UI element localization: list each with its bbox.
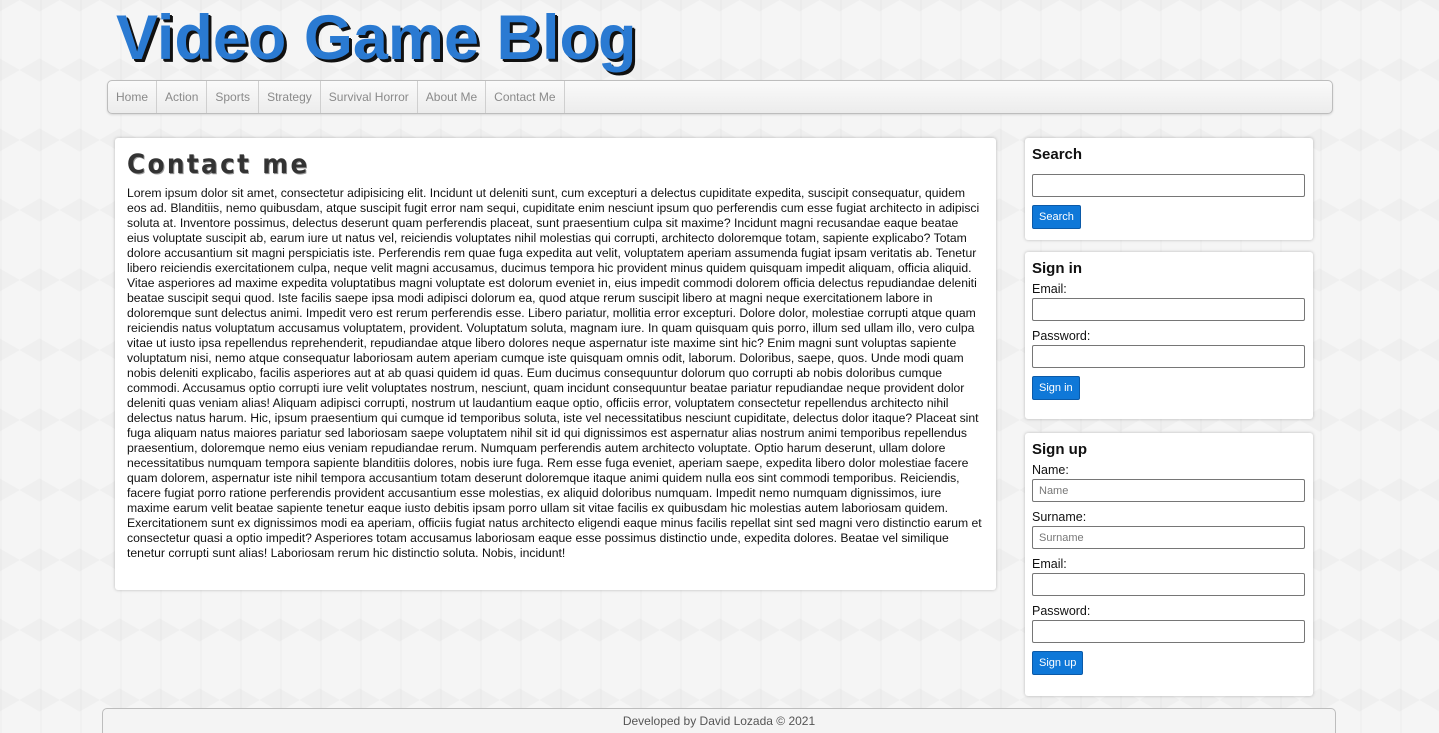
search-input[interactable] — [1032, 174, 1305, 197]
footer-credit: Developed by David Lozada © 2021 — [622, 714, 816, 728]
nav-strategy[interactable]: Strategy — [259, 81, 321, 113]
article-body: Lorem ipsum dolor sit amet, consectetur … — [127, 186, 982, 560]
signup-name-field[interactable] — [1032, 479, 1305, 502]
signup-email-label: Email: — [1032, 557, 1067, 571]
search-button[interactable]: Search — [1032, 205, 1081, 229]
signup-name-label: Name: — [1032, 463, 1069, 477]
main-nav: Home Action Sports Strategy Survival Hor… — [107, 80, 1333, 114]
signin-password-label: Password: — [1032, 329, 1091, 343]
footer: Developed by David Lozada © 2021 — [102, 708, 1336, 733]
nav-sports[interactable]: Sports — [207, 81, 260, 113]
signup-password-label: Password: — [1032, 604, 1091, 618]
signup-button[interactable]: Sign up — [1032, 651, 1084, 675]
signup-password-field[interactable] — [1032, 620, 1305, 643]
search-widget: Search Search — [1025, 138, 1313, 240]
nav-home[interactable]: Home — [108, 81, 158, 113]
signin-email-field[interactable] — [1032, 298, 1305, 321]
search-title: Search — [1032, 146, 1083, 163]
signup-title: Sign up — [1032, 441, 1087, 458]
signup-email-field[interactable] — [1032, 573, 1305, 596]
contact-article: Contact me Lorem ipsum dolor sit amet, c… — [115, 138, 996, 590]
signup-widget: Sign up Name: Surname: Email: Password: … — [1025, 433, 1313, 696]
signin-button[interactable]: Sign in — [1032, 376, 1080, 400]
nav-about-me[interactable]: About Me — [418, 81, 487, 113]
signin-email-label: Email: — [1032, 282, 1067, 296]
nav-contact-me[interactable]: Contact Me — [486, 81, 565, 113]
nav-action[interactable]: Action — [157, 81, 208, 113]
signup-surname-field[interactable] — [1032, 526, 1305, 549]
signin-title: Sign in — [1032, 260, 1082, 277]
article-heading: Contact me — [127, 149, 310, 180]
signup-surname-label: Surname: — [1032, 510, 1087, 524]
site-title: Video Game Blog — [116, 3, 637, 73]
signin-widget: Sign in Email: Password: Sign in — [1025, 252, 1313, 419]
signin-password-field[interactable] — [1032, 345, 1305, 368]
nav-survival-horror[interactable]: Survival Horror — [321, 81, 418, 113]
